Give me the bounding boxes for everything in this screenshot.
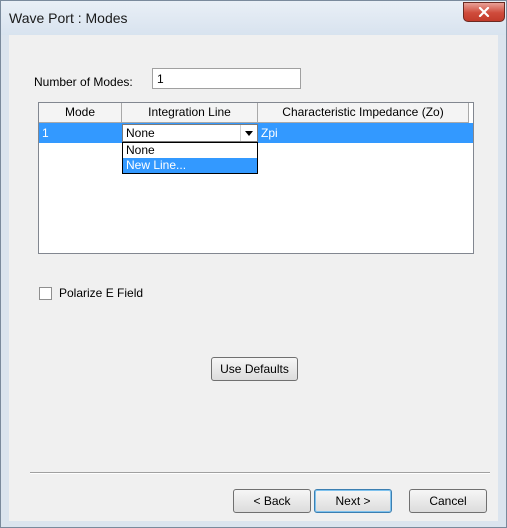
window-title: Wave Port : Modes (9, 10, 128, 26)
column-header-mode[interactable]: Mode (39, 103, 122, 123)
dropdown-option-new-line[interactable]: New Line... (123, 158, 257, 173)
dropdown-arrow-icon[interactable] (240, 125, 257, 141)
back-button[interactable]: < Back (233, 489, 311, 513)
integration-line-value: None (126, 126, 155, 140)
title-bar[interactable]: Wave Port : Modes (1, 1, 506, 35)
next-button[interactable]: Next > (314, 489, 392, 513)
cancel-button[interactable]: Cancel (409, 489, 487, 513)
impedance-cell[interactable]: Zpi (261, 123, 278, 143)
mode-cell[interactable]: 1 (42, 123, 49, 143)
dialog-client-area: Number of Modes: 1 Mode Integration Line… (9, 35, 498, 521)
polarize-e-field-label: Polarize E Field (59, 286, 144, 300)
separator (30, 472, 490, 474)
polarize-e-field-checkbox[interactable] (39, 287, 52, 300)
close-button[interactable] (463, 2, 505, 22)
dialog-window: Wave Port : Modes Number of Modes: 1 Mod… (0, 0, 507, 528)
number-of-modes-label: Number of Modes: (34, 75, 133, 89)
number-of-modes-input[interactable]: 1 (152, 68, 301, 89)
dropdown-option-none[interactable]: None (123, 143, 257, 158)
modes-grid: Mode Integration Line Characteristic Imp… (38, 102, 474, 254)
use-defaults-button[interactable]: Use Defaults (211, 357, 298, 381)
integration-line-dropdown: None New Line... (122, 142, 258, 174)
column-header-integration-line[interactable]: Integration Line (122, 103, 258, 123)
integration-line-combo[interactable]: None (122, 124, 258, 142)
column-header-impedance[interactable]: Characteristic Impedance (Zo) (258, 103, 469, 123)
close-icon (478, 7, 490, 17)
